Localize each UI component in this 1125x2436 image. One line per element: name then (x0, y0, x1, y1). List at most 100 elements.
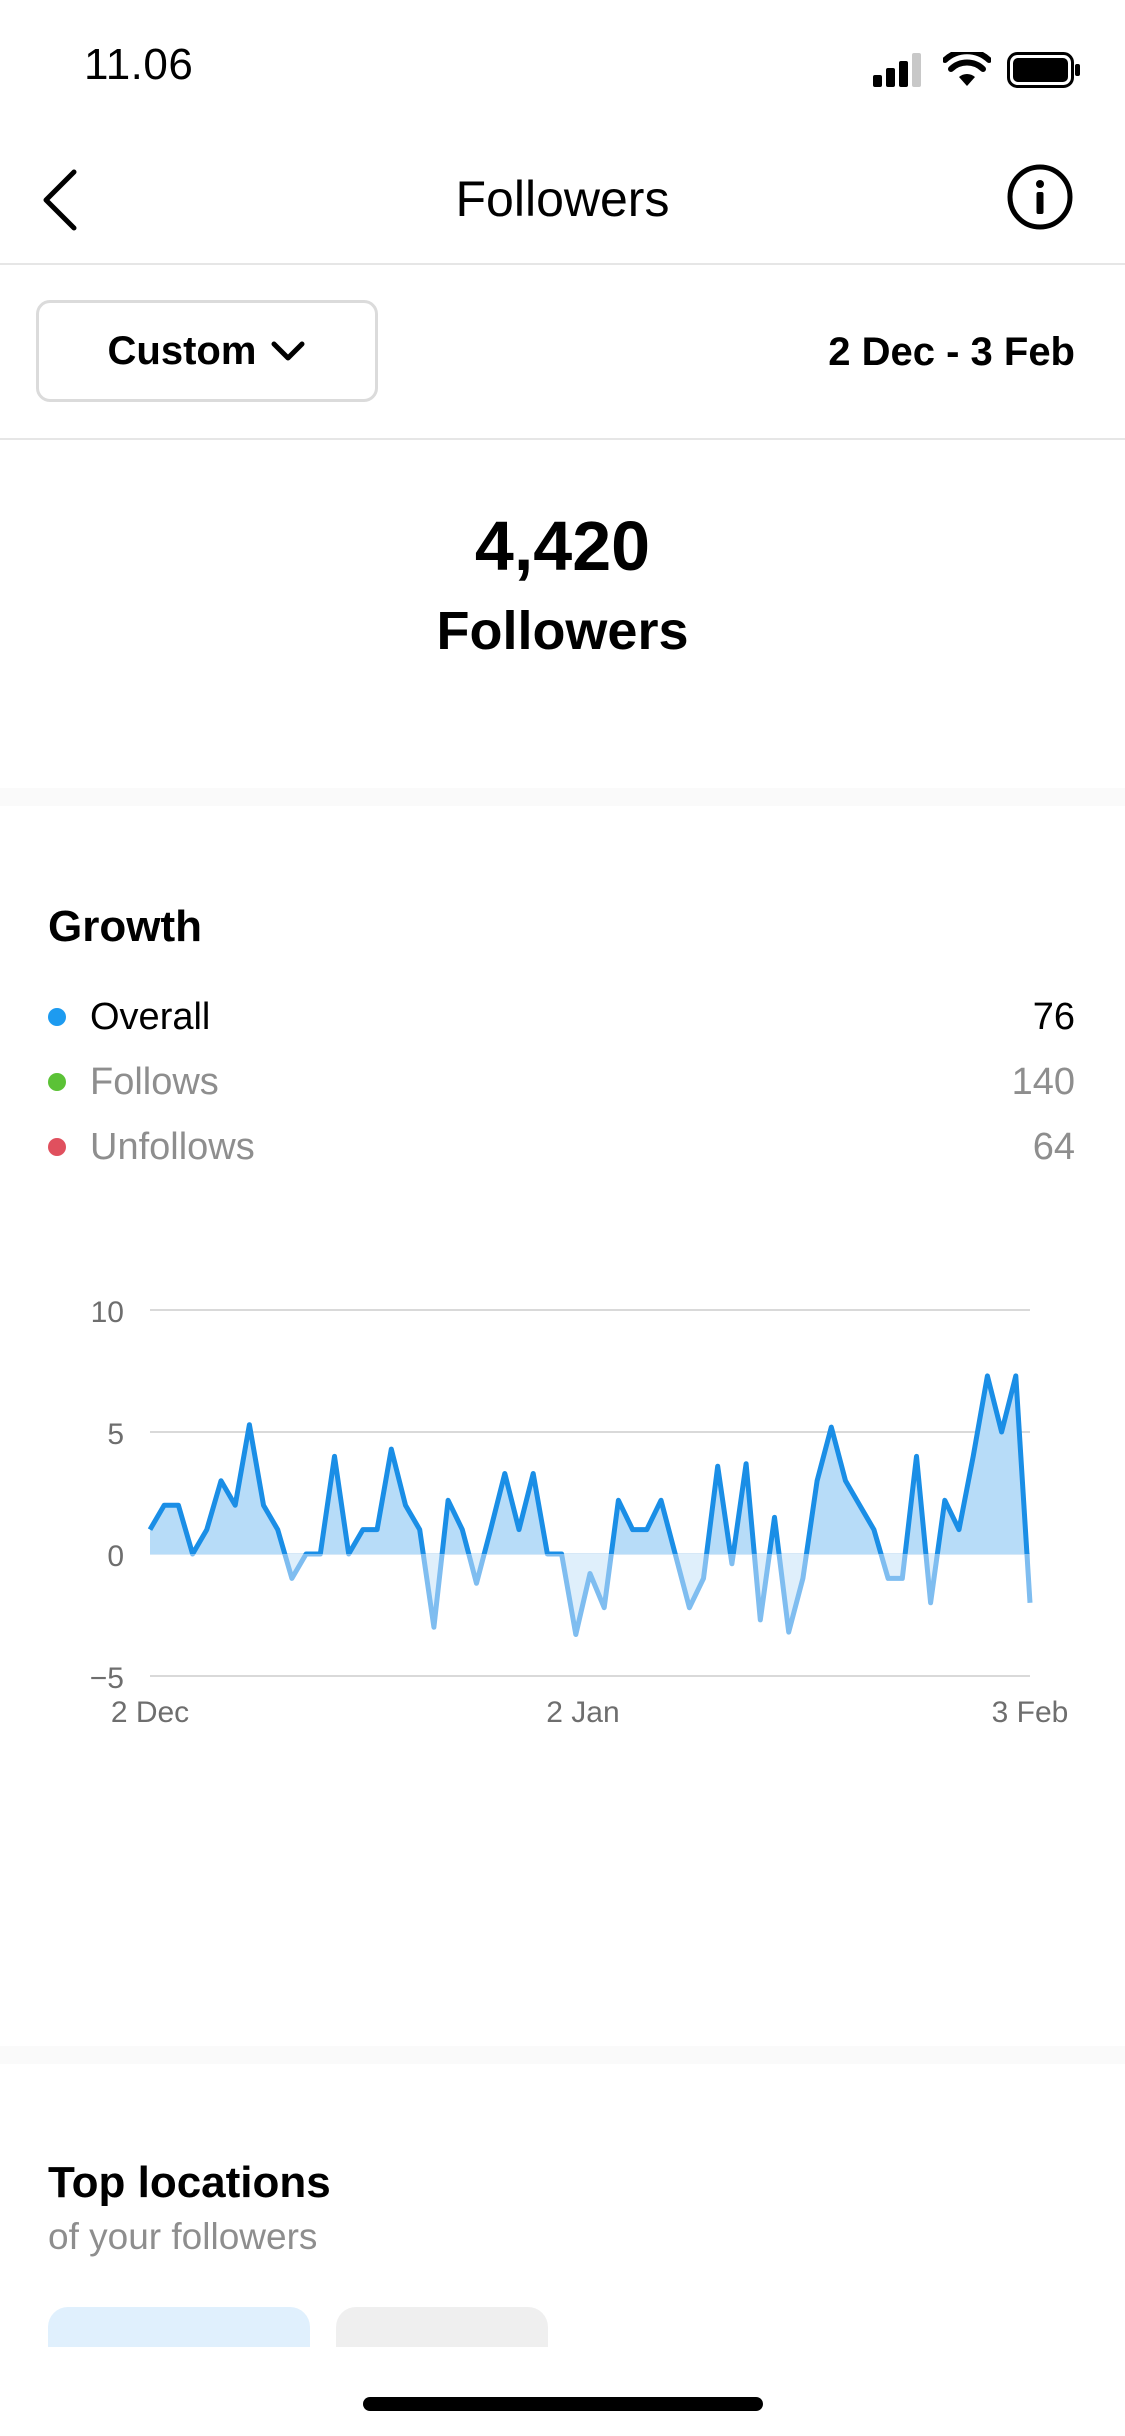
data-point (490, 1529, 492, 1531)
legend-overall-dot (48, 1008, 66, 1026)
data-point (561, 1553, 563, 1555)
data-point (717, 1465, 719, 1467)
nav-bar: Followers (0, 132, 1125, 265)
data-point (745, 1463, 747, 1465)
status-bar: 11.06 (0, 0, 1125, 132)
data-point (603, 1607, 605, 1609)
filter-row: Custom 2 Dec - 3 Feb (0, 265, 1125, 440)
growth-title: Growth (48, 902, 202, 951)
locations-tab-cities[interactable] (48, 2307, 310, 2347)
chevron-down-icon (271, 341, 305, 361)
data-point (532, 1473, 534, 1475)
series-area-negative (150, 1554, 1030, 1635)
data-point (192, 1553, 194, 1555)
data-point (930, 1602, 932, 1604)
data-point (433, 1626, 435, 1628)
data-point (263, 1504, 265, 1506)
data-point (788, 1631, 790, 1633)
data-point (376, 1529, 378, 1531)
data-point (1001, 1431, 1003, 1433)
data-point (830, 1426, 832, 1428)
data-point (149, 1529, 151, 1531)
page-title: Followers (455, 171, 670, 227)
legend-overall: Overall 76 (48, 992, 1075, 1042)
data-point (816, 1480, 818, 1482)
data-point (1029, 1602, 1031, 1604)
wifi-icon (943, 52, 991, 86)
data-point (575, 1634, 577, 1636)
legend-follows-value: 140 (1011, 1060, 1075, 1103)
follower-count-label: Followers (436, 601, 689, 661)
status-icons (873, 50, 1081, 90)
y-tick-label: 0 (107, 1540, 124, 1573)
data-point (873, 1529, 875, 1531)
data-point (859, 1504, 861, 1506)
data-point (887, 1577, 889, 1579)
data-point (220, 1480, 222, 1482)
data-point (291, 1577, 293, 1579)
data-point (447, 1499, 449, 1501)
data-point (461, 1529, 463, 1531)
y-tick-label: 5 (107, 1418, 124, 1451)
data-point (802, 1577, 804, 1579)
growth-chart: 10 5 0 −52 Dec 2 Jan 3 Feb (90, 1296, 1069, 1729)
battery-icon (1007, 52, 1080, 88)
y-tick-label: −5 (90, 1662, 124, 1695)
data-point (319, 1553, 321, 1555)
series-line-positive (147, 1373, 1030, 1554)
data-point (390, 1448, 392, 1450)
data-point (731, 1563, 733, 1565)
date-range-dropdown-label: Custom (107, 328, 257, 373)
section-divider (0, 788, 1125, 806)
top-locations-title: Top locations (48, 2158, 331, 2207)
date-range-dropdown[interactable]: Custom (36, 300, 378, 402)
legend-unfollows-value: 64 (1032, 1125, 1075, 1168)
data-point (1015, 1375, 1017, 1377)
legend-overall-value: 76 (1032, 995, 1075, 1038)
data-point (362, 1529, 364, 1531)
data-point (206, 1529, 208, 1531)
data-point (674, 1553, 676, 1555)
data-point (277, 1529, 279, 1531)
data-point (617, 1499, 619, 1501)
data-point (419, 1529, 421, 1531)
data-point (986, 1375, 988, 1377)
data-point (646, 1529, 648, 1531)
legend-unfollows-dot (48, 1138, 66, 1156)
data-point (248, 1424, 250, 1426)
legend-follows-label: Follows (90, 1060, 219, 1103)
data-point (518, 1529, 520, 1531)
legend-follows-dot (48, 1073, 66, 1091)
data-point (334, 1455, 336, 1457)
x-tick-label: 3 Feb (992, 1696, 1069, 1729)
series-area-positive (150, 1375, 1030, 1554)
legend-overall-label: Overall (90, 995, 211, 1038)
series-line-negative (189, 1554, 1033, 1637)
data-point (688, 1607, 690, 1609)
legend-follows: Follows 140 (48, 1057, 1075, 1107)
follower-count: 4,420 (474, 507, 651, 585)
date-range-text: 2 Dec - 3 Feb (828, 330, 1075, 374)
top-locations-subtitle: of your followers (48, 2216, 318, 2257)
cellular-signal-icon (873, 53, 921, 87)
data-point (759, 1619, 761, 1621)
data-point (901, 1577, 903, 1579)
x-tick-label: 2 Dec (111, 1696, 189, 1729)
data-point (958, 1529, 960, 1531)
home-indicator[interactable] (363, 2397, 763, 2411)
data-point (348, 1553, 350, 1555)
info-button[interactable] (1005, 162, 1075, 232)
data-point (632, 1529, 634, 1531)
data-point (405, 1504, 407, 1506)
data-point (589, 1573, 591, 1575)
data-point (546, 1553, 548, 1555)
locations-tab-countries[interactable] (336, 2307, 548, 2347)
y-tick-label: 10 (91, 1296, 124, 1329)
legend-unfollows-label: Unfollows (90, 1125, 255, 1168)
x-tick-label: 2 Jan (546, 1696, 619, 1729)
data-point (476, 1582, 478, 1584)
data-point (305, 1553, 307, 1555)
info-icon (1007, 164, 1073, 230)
data-point (163, 1504, 165, 1506)
top-locations-section: Top locations of your followers (0, 2062, 1125, 2347)
